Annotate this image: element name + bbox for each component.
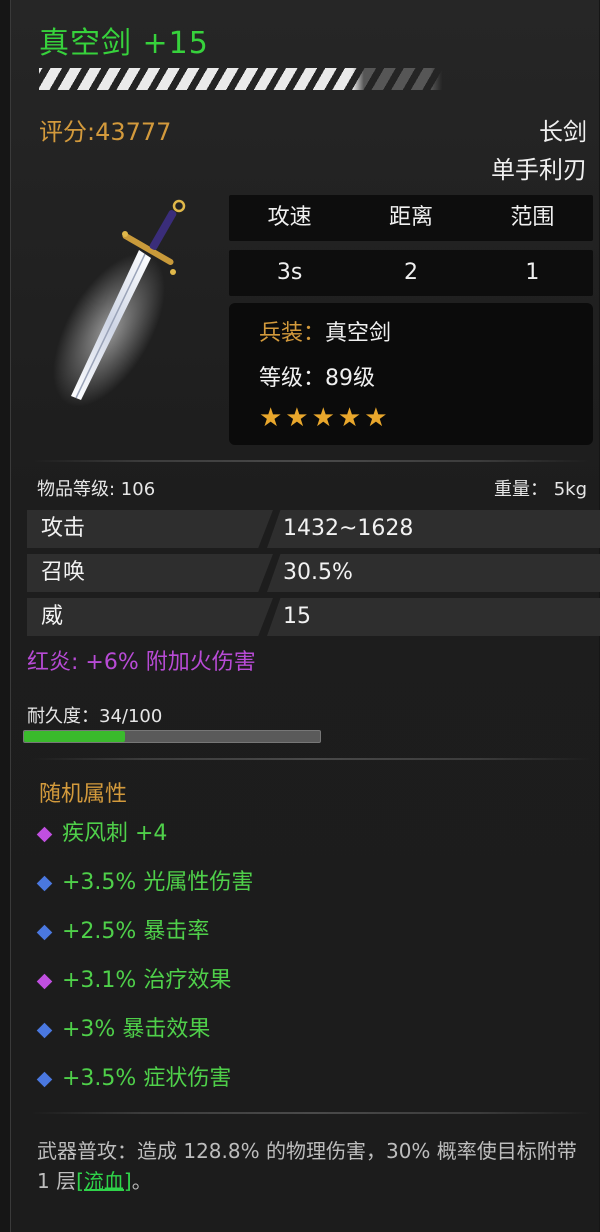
weapon-subtype: 单手利刃: [491, 156, 587, 184]
durability-label: 耐久度：34/100: [27, 706, 163, 727]
item-name: 真空剑 +15: [39, 26, 209, 61]
bleed-status-link[interactable]: [流血]: [76, 1169, 132, 1193]
distance-header: 距离: [388, 205, 433, 230]
item-tooltip-panel: 真空剑 +15 评分:43777 长剑 单手利刃 攻速 距离 范围 3s 2 1…: [10, 0, 600, 1232]
attack-speed-value: 3s: [276, 260, 303, 285]
gem-icon: [36, 1022, 53, 1038]
random-attribute-item: +3% 暴击效果: [36, 1011, 210, 1043]
durability-bar: [23, 730, 321, 743]
equip-label: 兵装：: [259, 321, 326, 346]
gem-icon: [36, 973, 53, 989]
level-value: 89级: [325, 366, 376, 391]
distance-value: 2: [403, 260, 418, 285]
attribute-row-attack: 攻击 1432~1628: [27, 510, 600, 550]
attack-speed-header: 攻速: [267, 205, 312, 230]
gem-icon: [36, 1071, 53, 1087]
gem-icon: [36, 826, 53, 842]
fire-damage-bonus: 红炎: +6% 附加火伤害: [27, 650, 256, 675]
random-attributes-title: 随机属性: [39, 782, 128, 807]
stat-header-row: 攻速 距离 范围: [229, 195, 593, 241]
sword-icon: [53, 199, 186, 407]
level-label: 等级：: [259, 366, 326, 391]
enhancement-progress-bar: [39, 68, 599, 90]
weapon-info-box: 兵装：真空剑 等级：89级 ★★★★★: [229, 303, 593, 445]
random-attribute-item: +3.5% 症状伤害: [36, 1060, 231, 1092]
attribute-value: 15: [267, 598, 600, 636]
random-attribute-item: 疾风刺 +4: [36, 815, 167, 847]
random-attribute-item: +2.5% 暴击率: [36, 913, 209, 945]
item-weight: 重量： 5kg: [493, 479, 587, 500]
item-score: 评分:43777: [39, 118, 172, 146]
attribute-name: 威: [27, 598, 273, 636]
section-divider: [31, 1112, 591, 1114]
durability-fill: [24, 731, 125, 742]
section-divider: [31, 758, 591, 760]
skill-description: 武器普攻：造成 128.8% 的物理伤害，30% 概率使目标附带 1 层[流血]…: [37, 1136, 587, 1196]
attribute-row-might: 威 15: [27, 598, 600, 638]
weapon-type: 长剑: [539, 118, 587, 146]
random-attribute-item: +3.1% 治疗效果: [36, 962, 231, 994]
weapon-level-line: 等级：89级: [259, 360, 375, 392]
range-value: 1: [525, 260, 540, 285]
random-attribute-item: +3.5% 光属性伤害: [36, 864, 253, 896]
section-divider: [31, 460, 591, 462]
attribute-value: 1432~1628: [267, 510, 600, 548]
range-header: 范围: [510, 205, 555, 230]
weapon-equip-line: 兵装：真空剑: [259, 315, 391, 347]
star-rating: ★★★★★: [259, 403, 391, 433]
attribute-value: 30.5%: [267, 554, 600, 592]
gem-icon: [36, 924, 53, 940]
item-level: 物品等级: 106: [37, 479, 156, 500]
attribute-name: 攻击: [27, 510, 273, 548]
description-end: 。: [131, 1169, 152, 1193]
stat-value-row: 3s 2 1: [229, 250, 593, 296]
attribute-name: 召唤: [27, 554, 273, 592]
equip-value: 真空剑: [325, 321, 392, 346]
gem-icon: [36, 875, 53, 891]
attribute-row-summon: 召唤 30.5%: [27, 554, 600, 594]
